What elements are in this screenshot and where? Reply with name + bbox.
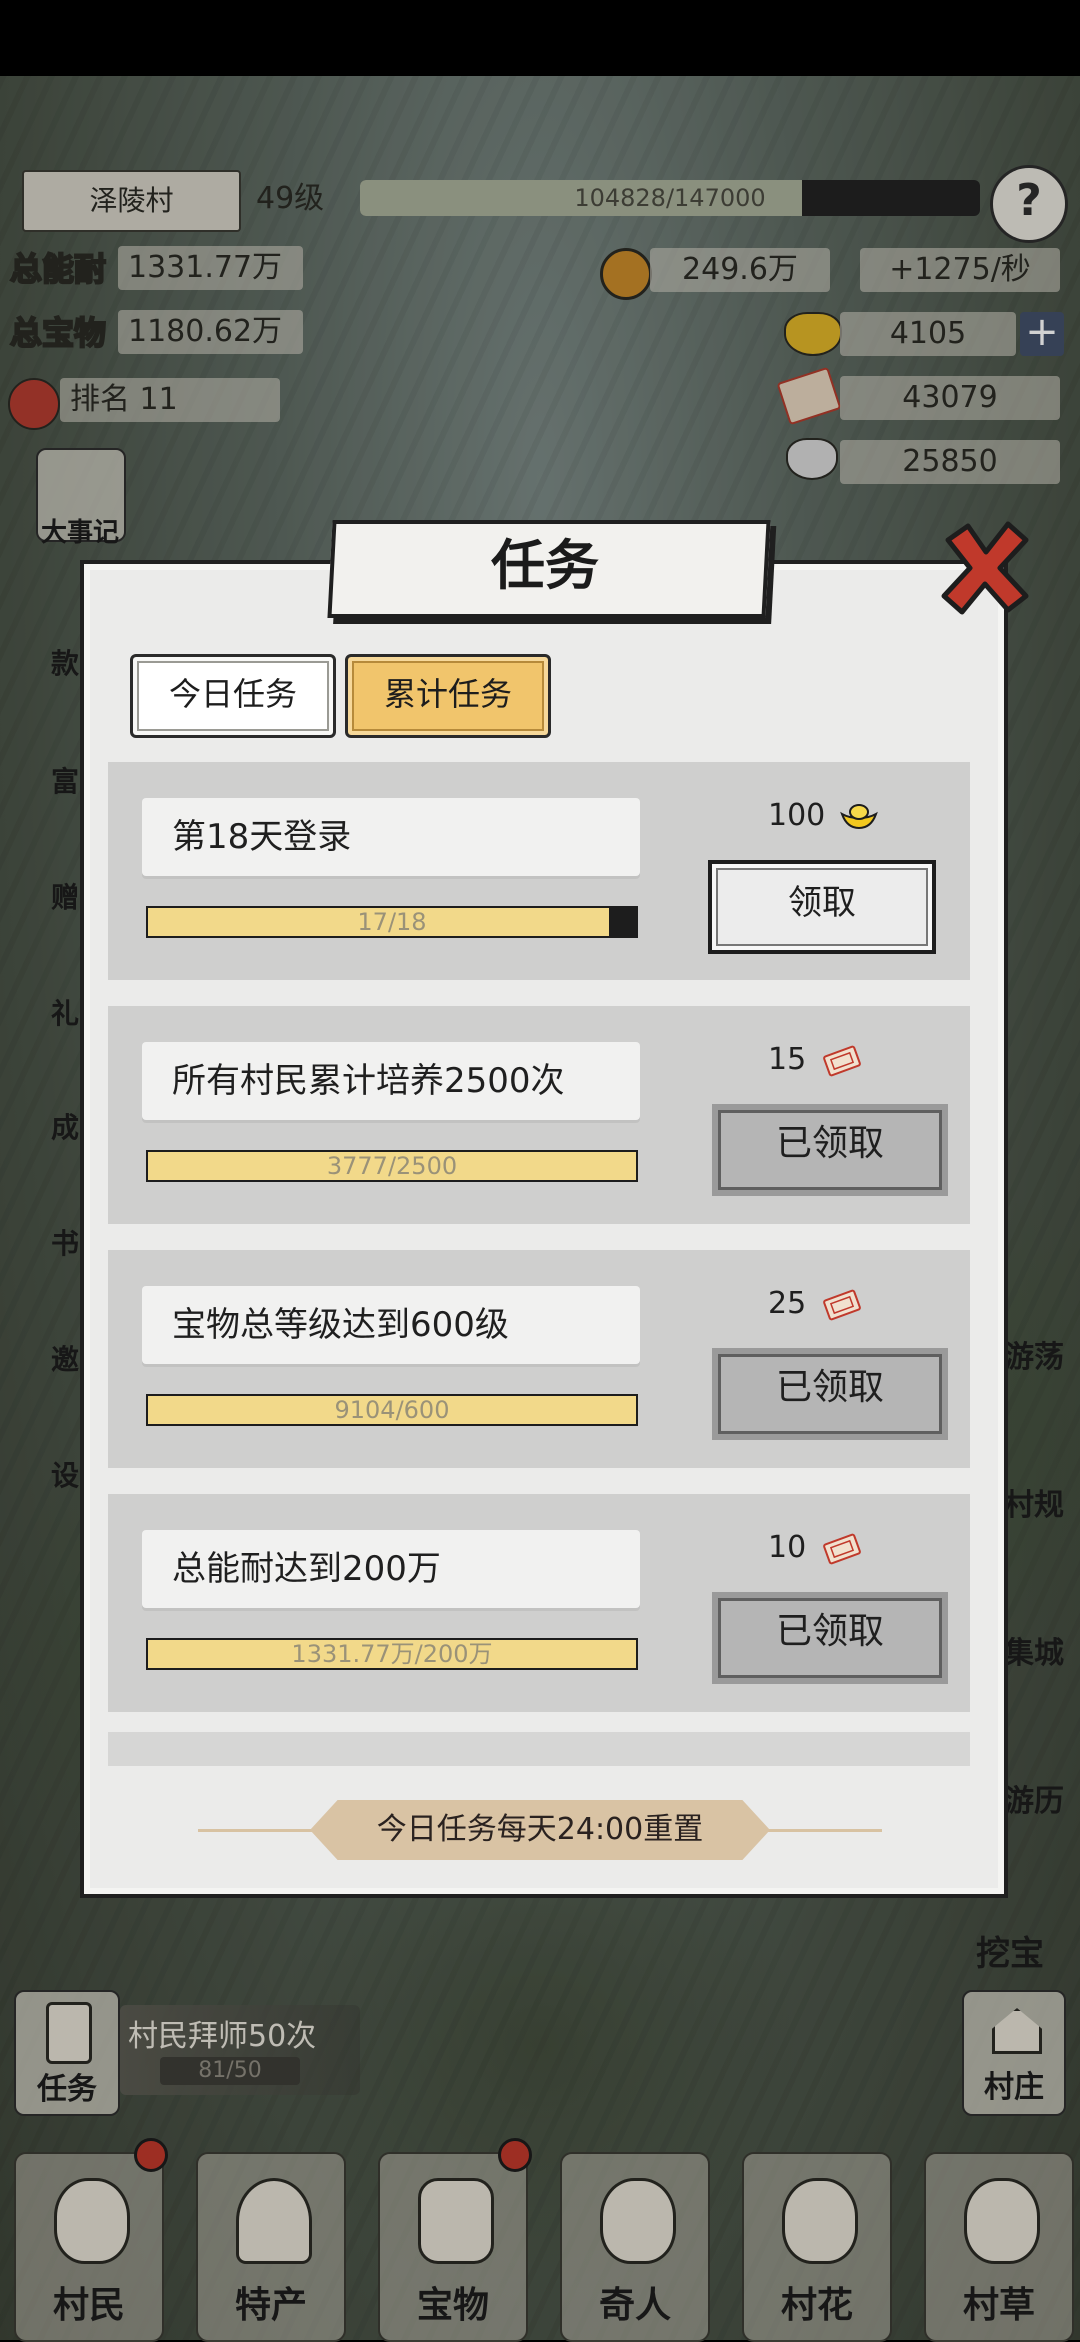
task-title-text: 总能耐达到200万 bbox=[172, 1549, 441, 1589]
task-title-text: 所有村民累计培养2500次 bbox=[172, 1061, 565, 1101]
task-reward: 15 bbox=[768, 1042, 918, 1078]
task-card: 第18天登录 17/18 100 领取 bbox=[108, 762, 970, 980]
ticket-icon bbox=[822, 1289, 861, 1320]
task-progress-text: 9104/600 bbox=[334, 1396, 450, 1424]
task-title-text: 第18天登录 bbox=[172, 817, 352, 857]
task-title-text: 宝物总等级达到600级 bbox=[172, 1305, 509, 1345]
task-progress-bar: 3777/2500 bbox=[146, 1150, 638, 1182]
task-title: 所有村民累计培养2500次 bbox=[142, 1042, 640, 1120]
task-progress-bar: 17/18 bbox=[146, 906, 638, 938]
task-card: 总能耐达到200万 1331.77万/200万 10 已领取 bbox=[108, 1494, 970, 1712]
daily-reset-note: 今日任务每天24:00重置 bbox=[310, 1800, 770, 1860]
footer-divider-right bbox=[752, 1829, 882, 1832]
task-card: 所有村民累计培养2500次 3777/2500 15 已领取 bbox=[108, 1006, 970, 1224]
tab-cumulative-tasks[interactable]: 累计任务 bbox=[345, 654, 551, 738]
ticket-icon bbox=[822, 1045, 861, 1076]
claimed-button[interactable]: 已领取 bbox=[712, 1104, 948, 1196]
task-reward-amount: 10 bbox=[768, 1530, 807, 1565]
task-progress-bar: 9104/600 bbox=[146, 1394, 638, 1426]
task-progress-bar: 1331.77万/200万 bbox=[146, 1638, 638, 1670]
task-reward-amount: 25 bbox=[768, 1286, 807, 1321]
close-icon[interactable] bbox=[930, 512, 1040, 622]
task-progress-text: 17/18 bbox=[357, 908, 427, 936]
task-reward: 10 bbox=[768, 1530, 918, 1566]
footer-divider-left bbox=[198, 1829, 328, 1832]
task-title: 第18天登录 bbox=[142, 798, 640, 876]
claimed-button[interactable]: 已领取 bbox=[712, 1592, 948, 1684]
task-progress-text: 1331.77万/200万 bbox=[291, 1640, 493, 1668]
task-reward-amount: 15 bbox=[768, 1042, 807, 1077]
claimed-button[interactable]: 已领取 bbox=[712, 1348, 948, 1440]
gold-ingot-icon bbox=[839, 803, 878, 829]
task-card: 宝物总等级达到600级 9104/600 25 已领取 bbox=[108, 1250, 970, 1468]
task-reward: 25 bbox=[768, 1286, 918, 1322]
task-title: 总能耐达到200万 bbox=[142, 1530, 640, 1608]
tab-daily-tasks[interactable]: 今日任务 bbox=[130, 654, 336, 738]
ticket-icon bbox=[822, 1533, 861, 1564]
dialog-title: 任务 bbox=[491, 533, 599, 597]
task-progress-text: 3777/2500 bbox=[326, 1152, 458, 1180]
task-card-partial bbox=[108, 1732, 970, 1766]
task-reward-amount: 100 bbox=[768, 798, 826, 833]
task-title: 宝物总等级达到600级 bbox=[142, 1286, 640, 1364]
claim-button[interactable]: 领取 bbox=[708, 860, 936, 954]
status-bar bbox=[0, 0, 1080, 76]
task-reward: 100 bbox=[768, 798, 918, 833]
